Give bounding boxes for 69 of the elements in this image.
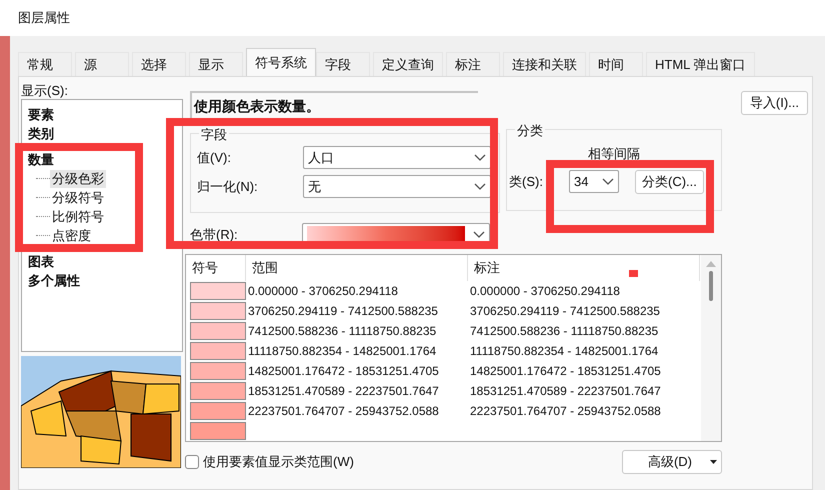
tab[interactable]: 标注 xyxy=(446,52,500,76)
tab[interactable]: 字段 xyxy=(316,52,370,76)
tab[interactable]: 符号系统 xyxy=(246,48,316,76)
range-cell: 3706250.294119 - 7412500.588235 xyxy=(248,304,438,318)
scroll-thumb[interactable] xyxy=(709,271,713,301)
window-title: 图层属性 xyxy=(18,9,70,28)
tab[interactable]: 常规 xyxy=(18,52,72,76)
renderer-category[interactable]: 图表 xyxy=(28,252,54,271)
normalization-dropdown[interactable]: 无 xyxy=(303,175,491,198)
chevron-down-icon xyxy=(602,178,614,186)
tab[interactable]: HTML 弹出窗口 xyxy=(646,52,755,76)
symbol-swatch[interactable] xyxy=(190,322,246,340)
renderer-category[interactable]: 要素 xyxy=(28,105,54,124)
renderer-item[interactable]: 比例符号 xyxy=(50,208,106,226)
symbol-swatch[interactable] xyxy=(190,282,246,300)
classify-button[interactable]: 分类(C)... xyxy=(635,170,704,194)
chevron-down-icon xyxy=(473,230,485,238)
label-cell: 14825001.176472 - 18531251.4705 xyxy=(470,364,661,378)
advanced-button[interactable]: 高级(D) xyxy=(622,450,722,474)
renderer-item[interactable]: 分级色彩 xyxy=(50,170,106,188)
class-ranges-checkbox[interactable] xyxy=(185,455,199,469)
renderer-item[interactable]: 分级符号 xyxy=(50,188,106,206)
range-cell: 11118750.882354 - 14825001.1764 xyxy=(248,344,436,358)
value-label: 值(V): xyxy=(197,148,231,167)
renderer-item[interactable]: 点密度 xyxy=(50,226,93,244)
range-cell: 14825001.176472 - 18531251.4705 xyxy=(248,364,439,378)
label-cell: 3706250.294119 - 7412500.588235 xyxy=(470,304,660,318)
symbol-swatch[interactable] xyxy=(190,402,246,420)
symbol-swatch[interactable] xyxy=(190,302,246,320)
column-header[interactable]: 标注 xyxy=(474,258,500,278)
label-cell: 11118750.882354 - 14825001.1764 xyxy=(470,344,658,358)
classes-dropdown[interactable]: 34 xyxy=(569,170,619,193)
chevron-down-icon xyxy=(474,154,486,162)
renderer-category[interactable]: 类别 xyxy=(28,124,54,143)
normalization-label: 归一化(N): xyxy=(197,178,258,196)
renderer-heading: 使用颜色表示数量。 xyxy=(194,96,320,116)
marker-square xyxy=(629,270,638,277)
scrollbar[interactable] xyxy=(701,255,721,441)
renderer-category[interactable]: 多个属性 xyxy=(28,271,80,290)
label-cell: 7412500.588236 - 11118750.88235 xyxy=(470,324,658,338)
show-label: 显示(S): xyxy=(21,83,69,99)
range-cell: 7412500.588236 - 11118750.88235 xyxy=(248,324,436,338)
range-cell: 22237501.764707 - 25943752.0588 xyxy=(248,404,439,418)
class-ranges-label: 使用要素值显示类范围(W) xyxy=(203,453,354,472)
tab[interactable]: 连接和关联 xyxy=(503,52,586,76)
value-dropdown[interactable]: 人口 xyxy=(303,146,491,169)
symbol-swatch[interactable] xyxy=(190,422,246,440)
symbol-swatch[interactable] xyxy=(190,362,246,380)
range-cell: 0.000000 - 3706250.294118 xyxy=(248,284,398,298)
chevron-down-icon xyxy=(474,182,486,190)
column-header[interactable]: 范围 xyxy=(252,258,278,278)
label-cell: 0.000000 - 3706250.294118 xyxy=(470,284,620,298)
column-header[interactable]: 符号 xyxy=(192,258,218,278)
renderer-category[interactable]: 数量 xyxy=(28,150,54,169)
tab[interactable]: 显示 xyxy=(189,52,243,76)
classification-method: 相等间隔 xyxy=(588,145,640,163)
tab[interactable]: 时间 xyxy=(589,52,643,76)
tab[interactable]: 源 xyxy=(75,52,129,76)
color-ramp-label: 色带(R): xyxy=(190,226,238,244)
caret-down-icon xyxy=(710,460,717,464)
symbol-swatch[interactable] xyxy=(190,342,246,360)
label-cell: 18531251.470589 - 22237501.7647 xyxy=(470,384,661,398)
symbol-swatch[interactable] xyxy=(190,382,246,400)
import-button[interactable]: 导入(I)... xyxy=(740,91,808,115)
classes-label: 类(S): xyxy=(509,172,544,191)
range-cell: 18531251.470589 - 22237501.7647 xyxy=(248,384,439,398)
label-cell: 22237501.764707 - 25943752.0588 xyxy=(470,404,661,418)
tab[interactable]: 定义查询 xyxy=(373,52,443,76)
tab[interactable]: 选择 xyxy=(132,52,186,76)
